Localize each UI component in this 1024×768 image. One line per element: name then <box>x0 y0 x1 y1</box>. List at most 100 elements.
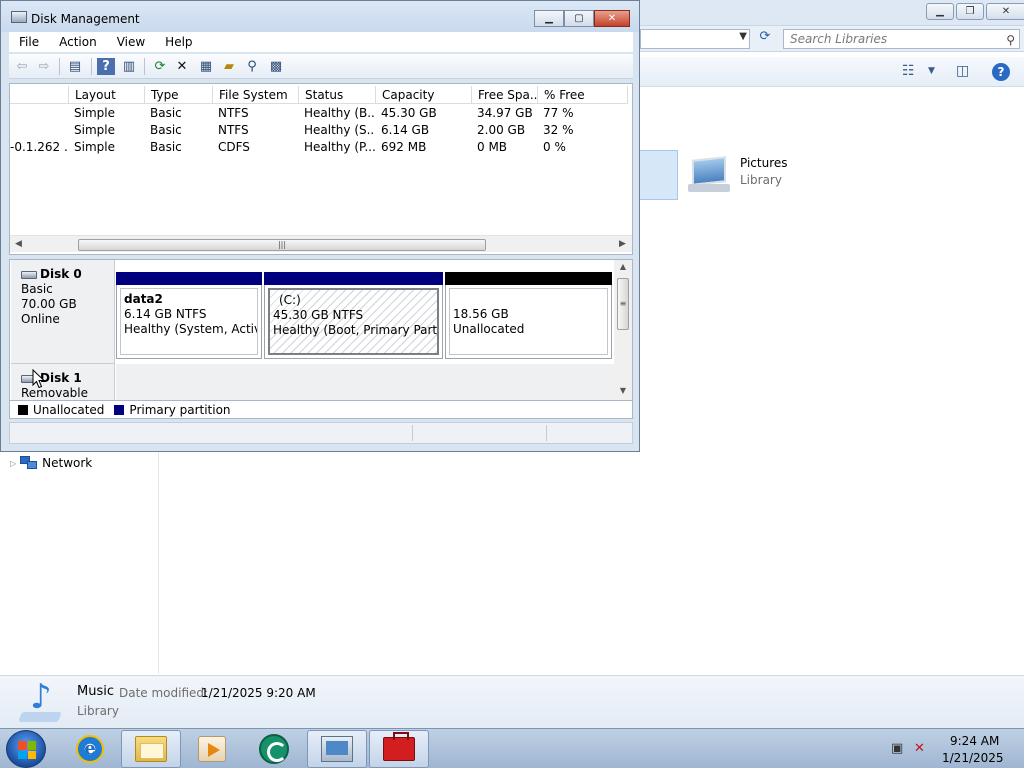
minimize-button[interactable]: ▁ <box>534 10 564 27</box>
disk-0-state: Online <box>21 312 60 326</box>
cell-status: Healthy (B... <box>304 106 375 120</box>
column-header-free-space[interactable]: Free Spa... <box>471 86 537 104</box>
cell-type: Basic <box>150 123 182 137</box>
cell-layout: Simple <box>74 106 115 120</box>
vertical-scrollbar[interactable]: ▲ ≡ ▼ <box>614 260 632 400</box>
explorer-restore-button[interactable]: ❐ <box>956 3 984 20</box>
legend: Unallocated Primary partition <box>9 401 633 419</box>
show-hide-console-tree-icon[interactable]: ▤ <box>66 58 84 75</box>
taskbar-media-player[interactable] <box>182 730 242 768</box>
partition-status: Unallocated <box>453 322 525 336</box>
scroll-up-icon[interactable]: ▲ <box>614 260 632 274</box>
show-hide-action-pane-icon[interactable]: ▥ <box>120 58 138 75</box>
nav-item-network[interactable]: ▷ Network <box>10 456 92 470</box>
delete-icon[interactable]: ✕ <box>173 58 191 75</box>
column-header-file-system[interactable]: File System <box>212 86 298 104</box>
taskbar-internet-explorer[interactable]: e <box>60 730 120 768</box>
view-options-icon[interactable]: ☷ <box>902 63 915 79</box>
scrollbar-thumb[interactable]: ≡ <box>617 278 629 330</box>
column-header-type[interactable]: Type <box>144 86 212 104</box>
partition-bar-primary <box>116 272 262 285</box>
music-library-icon: ♪ <box>16 680 64 724</box>
details-title: Music <box>77 684 114 699</box>
refresh-icon[interactable]: ⟳ <box>754 29 776 49</box>
partition-name: (C:) <box>279 293 301 307</box>
explorer-close-button[interactable]: ✕ <box>986 3 1024 20</box>
table-row[interactable]: Simple Basic NTFS Healthy (S... 6.14 GB … <box>10 122 628 139</box>
properties-icon[interactable]: ▦ <box>197 58 215 75</box>
cell-volume: -0.1.262 ... <box>10 140 68 154</box>
partition-size: 45.30 GB NTFS <box>273 308 364 322</box>
forward-icon[interactable]: ⇨ <box>35 58 53 75</box>
column-header-capacity[interactable]: Capacity <box>375 86 471 104</box>
cell-free-space: 0 MB <box>477 140 508 154</box>
search-input[interactable]: Search Libraries ⚲ <box>783 29 1020 49</box>
column-header-volume[interactable] <box>10 86 68 104</box>
clock-time[interactable]: 9:24 AM <box>950 734 999 748</box>
address-dropdown-icon[interactable]: ▼ <box>739 31 747 42</box>
search-icon[interactable]: ⚲ <box>1006 31 1015 49</box>
scroll-down-icon[interactable]: ▼ <box>614 384 632 398</box>
menu-view[interactable]: View <box>107 35 155 49</box>
help-icon[interactable]: ? <box>992 63 1010 81</box>
explorer-address-bar: ▼ ⟳ Search Libraries ⚲ <box>640 26 1024 52</box>
disk-0-label[interactable]: Disk 0 Basic 70.00 GB Online <box>11 260 115 364</box>
expand-arrow-icon[interactable]: ▷ <box>10 459 16 468</box>
menu-file[interactable]: File <box>9 35 49 49</box>
partition-c[interactable]: (C:) 45.30 GB NTFS Healthy (Boot, Primar… <box>264 272 443 359</box>
partition-status: Healthy (System, Active, <box>124 322 258 336</box>
cell-type: Basic <box>150 106 182 120</box>
menu-help[interactable]: Help <box>155 35 202 49</box>
explorer-minimize-button[interactable]: ▁ <box>926 3 954 20</box>
pictures-library-icon <box>686 156 732 196</box>
library-item-pictures[interactable]: Pictures Library <box>686 156 788 196</box>
cell-capacity: 6.14 GB <box>381 123 430 137</box>
refresh-icon[interactable]: ⟳ <box>151 58 169 75</box>
partition-name <box>453 292 607 307</box>
details-date-value: 1/21/2025 9:20 AM <box>201 686 316 700</box>
maximize-button[interactable]: ▢ <box>564 10 594 27</box>
partition-unallocated[interactable]: 18.56 GB Unallocated <box>445 272 612 359</box>
start-button[interactable] <box>6 730 46 768</box>
address-field[interactable]: ▼ <box>640 29 750 49</box>
search-placeholder: Search Libraries <box>790 32 888 46</box>
computer-management-icon <box>321 736 353 762</box>
scrollbar-thumb[interactable]: ||| <box>78 239 486 251</box>
legend-primary-partition: Primary partition <box>129 402 231 417</box>
cell-percent-free: 32 % <box>543 123 574 137</box>
preview-pane-icon[interactable]: ◫ <box>956 63 969 79</box>
partition-data2[interactable]: data2 6.14 GB NTFS Healthy (System, Acti… <box>116 272 262 359</box>
table-row[interactable]: Simple Basic NTFS Healthy (B... 45.30 GB… <box>10 105 628 122</box>
network-tray-icon[interactable]: ▣ <box>891 741 903 756</box>
disk-1-partition-area[interactable] <box>116 364 614 400</box>
volume-muted-icon[interactable]: ✕ <box>914 741 925 756</box>
settings-grid-icon[interactable]: ▩ <box>267 58 285 75</box>
details-subtitle: Library <box>77 704 119 718</box>
scroll-left-icon[interactable]: ◀ <box>10 236 27 253</box>
help-icon[interactable]: ? <box>97 58 115 75</box>
column-header-status[interactable]: Status <box>298 86 375 104</box>
column-header-layout[interactable]: Layout <box>68 86 144 104</box>
table-row[interactable]: -0.1.262 ... Simple Basic CDFS Healthy (… <box>10 139 628 156</box>
horizontal-scrollbar[interactable]: ◀ ||| ▶ <box>10 235 632 252</box>
taskbar-toolbox-app[interactable] <box>369 730 429 768</box>
close-button[interactable]: ✕ <box>594 10 630 27</box>
disk-management-window: Disk Management ▁ ▢ ✕ File Action View H… <box>0 0 640 452</box>
green-app-icon <box>259 734 289 764</box>
open-folder-icon[interactable]: ▰ <box>220 58 238 75</box>
view-dropdown-icon[interactable]: ▼ <box>928 66 935 76</box>
search-magnify-icon[interactable]: ⚲ <box>243 58 261 75</box>
menu-action[interactable]: Action <box>49 35 107 49</box>
dm-titlebar[interactable]: Disk Management ▁ ▢ ✕ <box>1 1 639 32</box>
status-bar <box>9 422 633 444</box>
taskbar-windows-explorer[interactable] <box>121 730 181 768</box>
taskbar-disk-management[interactable] <box>307 730 367 768</box>
disk-1-label[interactable]: Disk 1 Removable (D:) <box>11 364 115 400</box>
cell-free-space: 2.00 GB <box>477 123 526 137</box>
scroll-right-icon[interactable]: ▶ <box>614 236 631 253</box>
column-header-percent-free[interactable]: % Free <box>537 86 628 104</box>
library-item-selected[interactable] <box>640 150 678 200</box>
back-icon[interactable]: ⇦ <box>13 58 31 75</box>
taskbar-green-app[interactable] <box>244 730 304 768</box>
clock-date[interactable]: 1/21/2025 <box>942 751 1004 765</box>
